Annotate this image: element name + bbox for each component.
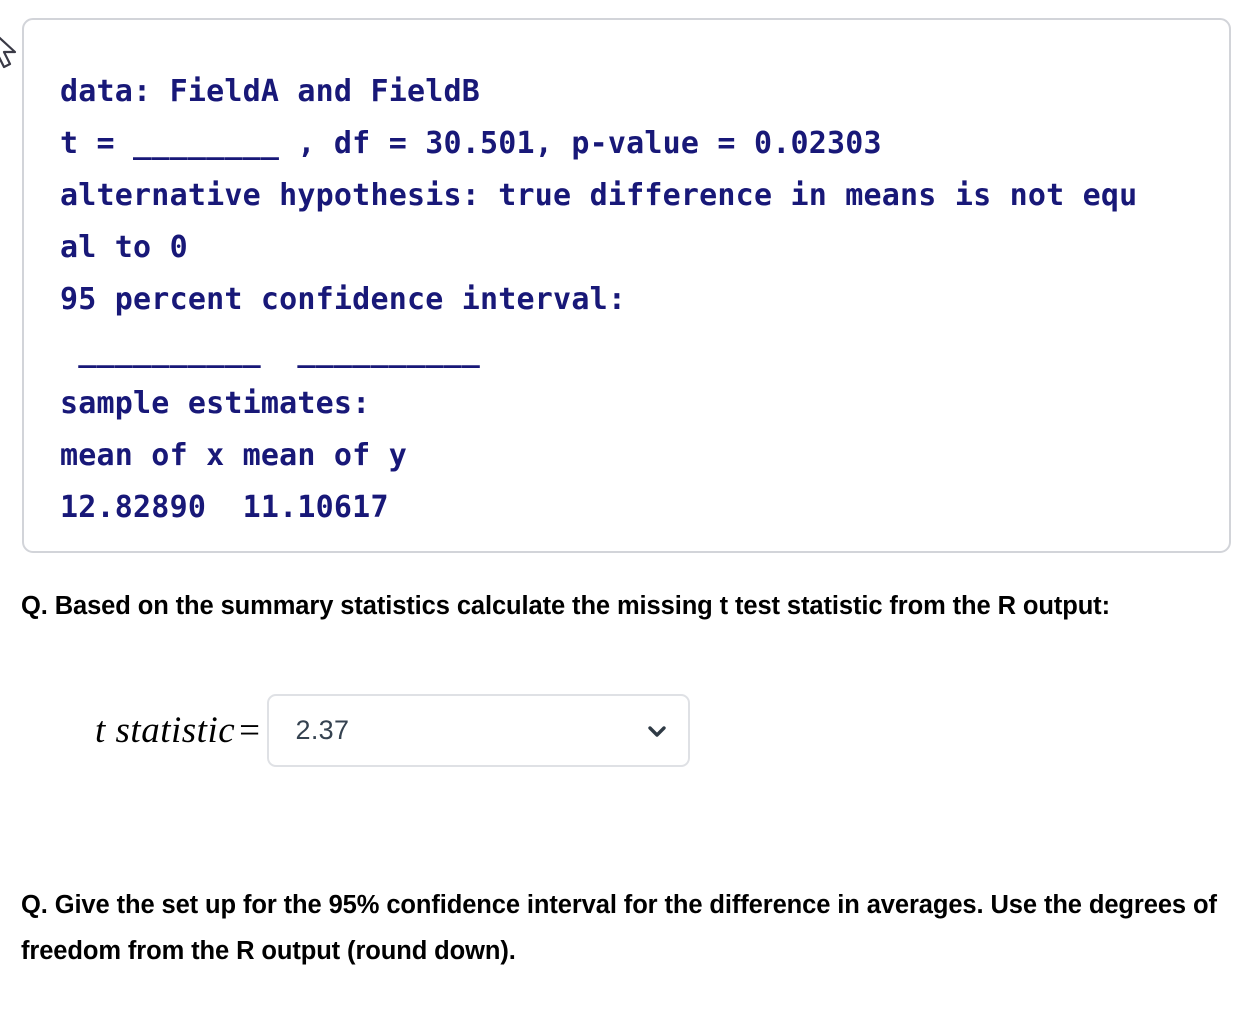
- r-output-line-t-df-pvalue: t = ________ , df = 30.501, p-value = 0.…: [60, 126, 882, 161]
- r-output-line-sample-estimates-label: sample estimates:: [60, 386, 371, 421]
- chevron-down-icon[interactable]: [644, 718, 670, 744]
- t-statistic-math-label: t statistic =: [95, 712, 267, 749]
- question-confidence-interval: Q. Give the set up for the 95% confidenc…: [21, 891, 1217, 965]
- r-output-text-block: data: FieldA and FieldB t = ________ , d…: [24, 20, 1229, 534]
- t-statistic-label-text: t statistic: [95, 710, 236, 751]
- equals-sign: =: [239, 710, 261, 751]
- r-output-line-data: data: FieldA and FieldB: [60, 74, 481, 109]
- r-output-line-alternative-hypothesis: alternative hypothesis: true difference …: [60, 178, 1138, 213]
- question-t-statistic: Q. Based on the summary statistics calcu…: [21, 592, 1110, 620]
- answer-row-t-statistic: t statistic = 2.37: [95, 694, 690, 767]
- r-output-line-confidence-interval-label: 95 percent confidence interval:: [60, 282, 627, 317]
- r-output-line-mean-headers: mean of x mean of y: [60, 438, 407, 473]
- r-output-line-confidence-interval-blanks: __________ __________: [60, 334, 481, 369]
- t-statistic-selected-value: 2.37: [295, 715, 350, 745]
- mouse-cursor-icon: [0, 26, 20, 70]
- r-output-card: data: FieldA and FieldB t = ________ , d…: [22, 18, 1231, 553]
- r-output-line-alternative-hypothesis-wrap: al to 0: [60, 230, 188, 265]
- r-output-line-mean-values: 12.82890 11.10617: [60, 490, 389, 525]
- t-statistic-select[interactable]: 2.37: [266, 694, 690, 767]
